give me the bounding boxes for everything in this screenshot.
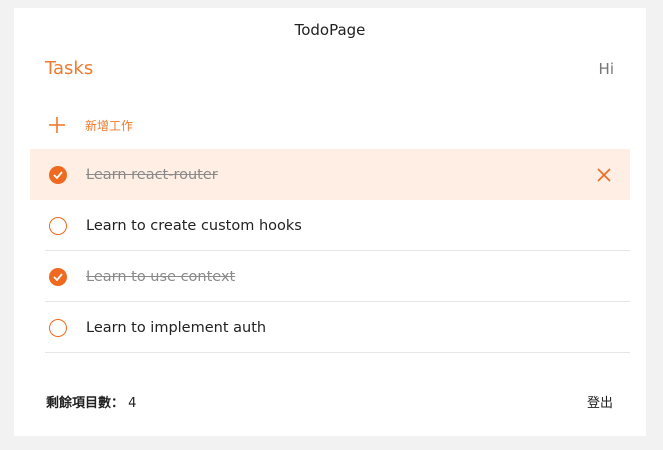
add-task-label: 新增工作	[85, 118, 134, 133]
divider	[45, 352, 630, 353]
todo-item[interactable]: Learn to create custom hooks	[30, 200, 630, 251]
tasks-heading: Tasks	[45, 58, 94, 79]
delete-icon[interactable]	[596, 167, 612, 183]
unchecked-circle-icon[interactable]	[49, 318, 67, 337]
remaining-value: 4	[128, 396, 137, 411]
checked-circle-icon[interactable]	[49, 267, 67, 286]
todo-card: TodoPage Tasks Hi 新增工作 Learn react-route…	[14, 8, 646, 436]
logout-button[interactable]: 登出	[587, 392, 613, 411]
greeting-text: Hi	[598, 60, 614, 78]
plus-icon	[45, 113, 69, 137]
todo-text: Learn to implement auth	[86, 319, 267, 336]
unchecked-circle-icon[interactable]	[49, 216, 67, 235]
todo-text: Learn react-router	[86, 166, 218, 183]
add-task-button[interactable]: 新增工作	[45, 113, 133, 137]
remaining-label: 剩餘項目數：	[46, 396, 125, 411]
todo-item[interactable]: Learn react-router	[30, 149, 630, 200]
todo-item[interactable]: Learn to use context	[30, 251, 630, 302]
todo-text: Learn to create custom hooks	[86, 217, 302, 234]
todo-list: Learn react-router Learn to create custo…	[30, 149, 630, 353]
todo-item[interactable]: Learn to implement auth	[30, 302, 630, 353]
todo-text: Learn to use context	[86, 268, 236, 285]
checked-circle-icon[interactable]	[49, 165, 67, 184]
remaining-count: 剩餘項目數： 4	[46, 392, 136, 411]
app-title: TodoPage	[294, 21, 366, 39]
